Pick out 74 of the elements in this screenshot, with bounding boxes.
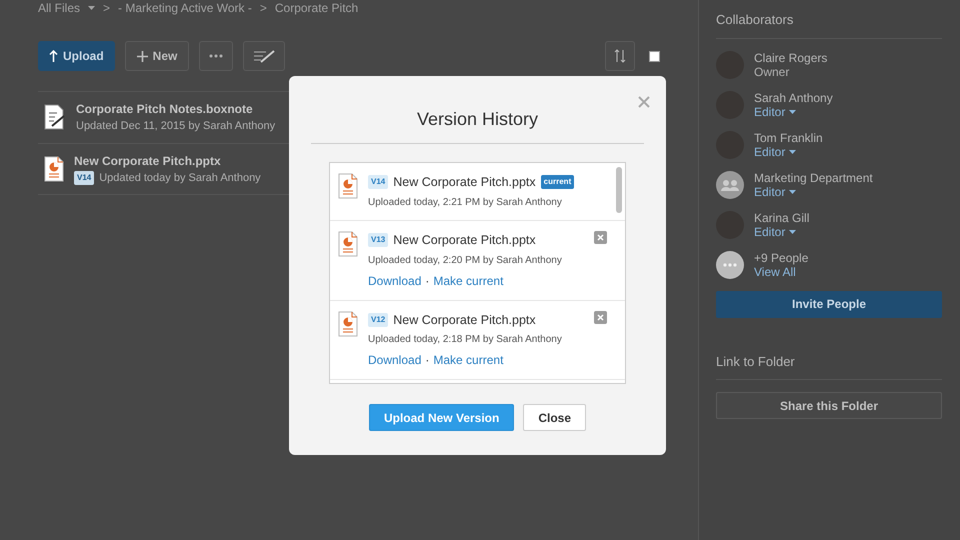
upload-info: Uploaded today, 2:21 PM by Sarah Anthony bbox=[368, 196, 563, 210]
close-icon bbox=[597, 234, 604, 241]
caret-icon bbox=[88, 6, 96, 10]
presentation-file-icon bbox=[338, 173, 358, 199]
breadcrumb-separator: > bbox=[103, 0, 110, 16]
plus-icon bbox=[136, 50, 148, 62]
role-dropdown[interactable]: Editor bbox=[754, 104, 796, 118]
upload-version-button[interactable]: Upload New Version bbox=[368, 404, 514, 431]
breadcrumb-link[interactable]: Corporate Pitch bbox=[274, 0, 358, 16]
collaborator-name: Claire Rogers bbox=[754, 50, 828, 64]
pen-lines-icon bbox=[253, 49, 276, 63]
breadcrumb-separator: > bbox=[260, 0, 267, 16]
role-dropdown[interactable]: Editor bbox=[754, 144, 796, 158]
file-name: New Corporate Pitch.pptx bbox=[393, 232, 536, 249]
collaborator-name: Sarah Anthony bbox=[754, 90, 833, 104]
new-button[interactable]: New bbox=[124, 41, 190, 71]
more-people-avatar-icon bbox=[716, 250, 744, 278]
invite-people-button[interactable]: Invite People bbox=[716, 290, 942, 318]
ellipsis-icon bbox=[209, 54, 224, 58]
caret-icon bbox=[789, 190, 796, 194]
collaborator-name: Tom Franklin bbox=[754, 130, 823, 144]
file-name[interactable]: New Corporate Pitch.pptx bbox=[74, 152, 261, 170]
close-icon bbox=[638, 96, 650, 108]
separator-dot: · bbox=[425, 352, 430, 370]
sort-button[interactable] bbox=[605, 41, 635, 71]
upload-info: Uploaded today, 2:20 PM by Sarah Anthony bbox=[368, 254, 562, 268]
separator-dot: · bbox=[425, 272, 430, 290]
version-tag: V14 bbox=[74, 170, 94, 185]
action-link[interactable]: Make current bbox=[433, 351, 504, 370]
role-dropdown[interactable]: Editor bbox=[754, 184, 796, 198]
file-meta: Updated today by Sarah Anthony bbox=[99, 170, 261, 186]
action-link[interactable]: Make current bbox=[433, 272, 504, 290]
delete-version-button[interactable] bbox=[594, 230, 607, 244]
action-link[interactable]: Download bbox=[368, 351, 422, 370]
file-name: New Corporate Pitch.pptx bbox=[393, 312, 536, 329]
new-note-button[interactable] bbox=[243, 41, 286, 71]
close-icon bbox=[597, 314, 604, 320]
close-dialog-button[interactable]: Close bbox=[523, 404, 586, 431]
breadcrumb-link[interactable]: All Files bbox=[38, 0, 96, 16]
file-name[interactable]: Corporate Pitch Notes.boxnote bbox=[76, 100, 276, 118]
collaborator-name: Marketing Department bbox=[754, 170, 873, 184]
action-link[interactable]: Download bbox=[368, 272, 422, 290]
upload-button[interactable]: Upload bbox=[38, 41, 115, 71]
current-badge: current bbox=[540, 175, 574, 190]
view-all-link[interactable]: View All bbox=[754, 264, 796, 278]
role-dropdown[interactable]: Editor bbox=[754, 224, 796, 238]
sort-arrows-icon bbox=[614, 49, 626, 63]
share-folder-button[interactable]: Share this Folder bbox=[716, 392, 942, 419]
breadcrumb-link[interactable]: - Marketing Active Work - bbox=[118, 0, 252, 16]
section-title: Link to Folder bbox=[716, 352, 942, 380]
note-file-icon bbox=[44, 104, 66, 130]
caret-icon bbox=[789, 230, 796, 234]
presentation-file-icon bbox=[338, 230, 358, 257]
caret-icon bbox=[789, 110, 796, 114]
version-tag: V12 bbox=[368, 312, 388, 327]
presentation-file-icon bbox=[44, 156, 64, 182]
presentation-file-icon bbox=[338, 310, 358, 336]
more-button[interactable] bbox=[199, 41, 234, 71]
scrollbar-thumb[interactable] bbox=[616, 167, 622, 213]
group-avatar-icon bbox=[716, 170, 744, 198]
file-meta: Updated Dec 11, 2015 by Sarah Anthony bbox=[76, 119, 276, 134]
section-title: Collaborators bbox=[716, 10, 942, 38]
select-checkbox-icon[interactable] bbox=[649, 50, 660, 62]
file-name: New Corporate Pitch.pptx bbox=[393, 174, 536, 191]
upload-info: Uploaded today, 2:18 PM by Sarah Anthony bbox=[368, 333, 562, 348]
collaborator-name: +9 People bbox=[754, 250, 808, 264]
collaborator-role: Owner bbox=[754, 64, 790, 78]
version-tag: V13 bbox=[368, 233, 388, 248]
caret-icon bbox=[789, 150, 796, 154]
version-tag: V14 bbox=[368, 175, 388, 190]
delete-version-button[interactable] bbox=[594, 310, 607, 324]
collaborator-name: Karina Gill bbox=[754, 210, 810, 224]
arrow-up-icon bbox=[49, 50, 58, 62]
modal-title: Version History bbox=[311, 76, 644, 144]
